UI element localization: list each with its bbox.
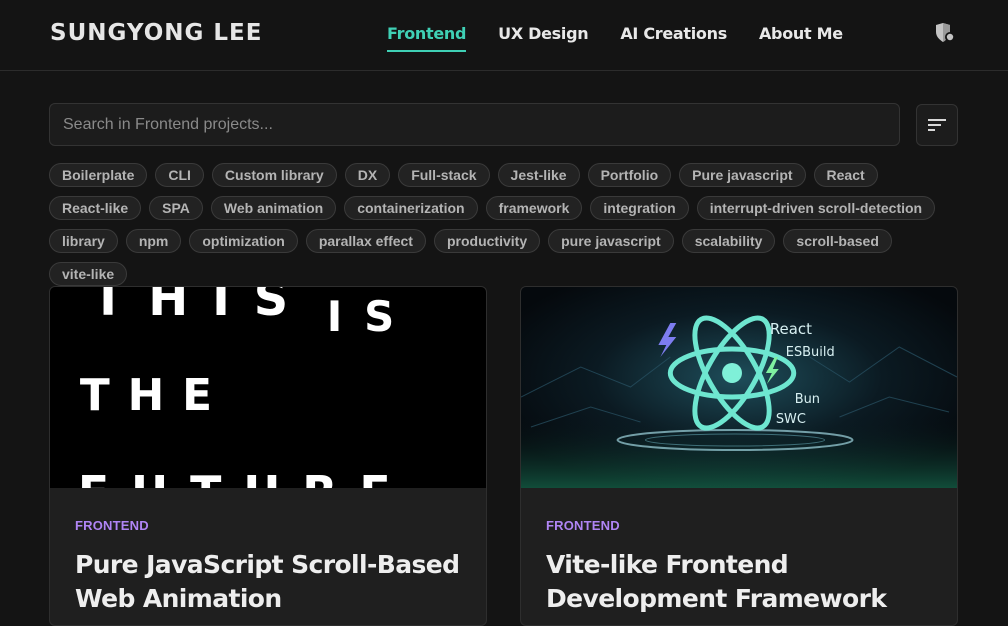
thumbnail-label-react: React [770,320,812,338]
tag-chip[interactable]: Portfolio [587,163,672,187]
theme-toggle-button[interactable] [934,22,956,44]
tag-chip[interactable]: containerization [344,196,478,220]
thumbnail-text-is: IS [327,292,416,341]
tag-chip[interactable]: vite-like [49,262,128,286]
tag-chip[interactable]: npm [125,229,182,253]
tag-chip[interactable]: React-like [49,196,142,220]
tag-chip[interactable]: Web animation [210,196,337,220]
card-title[interactable]: Vite-like Frontend Development Framework [546,548,946,616]
sort-filter-icon [928,119,946,131]
project-card[interactable]: React ESBuild Bun SWC FRONTEND Vite-like… [520,286,958,626]
tag-chip[interactable]: DX [344,163,391,187]
tag-chip[interactable]: scroll-based [783,229,892,253]
thumbnail-label-swc: SWC [776,412,806,427]
tag-chip[interactable]: interrupt-driven scroll-detection [696,196,936,220]
tag-chip[interactable]: library [49,229,118,253]
thumbnail-text-the: THE [80,370,230,421]
tag-chip[interactable]: integration [590,196,689,220]
tag-chip[interactable]: Custom library [211,163,337,187]
nav-frontend[interactable]: Frontend [387,24,466,52]
nav-about-me[interactable]: About Me [759,24,843,52]
card-category: FRONTEND [75,518,149,533]
tag-chip[interactable]: parallax effect [305,229,426,253]
card-category: FRONTEND [546,518,620,533]
tag-chip[interactable]: CLI [155,163,204,187]
project-card[interactable]: THIS IS THE FUTURE FRONTEND Pure JavaScr… [49,286,487,626]
tag-chip[interactable]: React [813,163,878,187]
thumbnail-text-this: THIS [92,287,312,327]
card-thumbnail-framework: React ESBuild Bun SWC [521,287,957,488]
thumbnail-label-bun: Bun [795,392,820,407]
tag-chip[interactable]: scalability [681,229,776,253]
tag-chip[interactable]: framework [485,196,583,220]
card-thumbnail-scroll-animation: THIS IS THE FUTURE [50,287,486,488]
main-nav: Frontend UX Design AI Creations About Me [387,24,843,52]
theme-toggle-icon [936,23,955,42]
tag-chip[interactable]: optimization [189,229,298,253]
nav-ux-design[interactable]: UX Design [498,24,588,52]
sort-filter-button[interactable] [916,104,958,146]
brand-logo[interactable]: SUNGYONG LEE [50,20,262,46]
tag-filter-list: Boilerplate CLI Custom library DX Full-s… [49,163,959,286]
tag-chip[interactable]: productivity [433,229,541,253]
tag-chip[interactable]: Full-stack [398,163,490,187]
tag-chip[interactable]: pure javascript [548,229,674,253]
nav-ai-creations[interactable]: AI Creations [620,24,727,52]
tag-chip[interactable]: Jest-like [497,163,580,187]
thumbnail-label-esbuild: ESBuild [786,345,835,360]
tag-chip[interactable]: Boilerplate [49,163,148,187]
search-input[interactable] [49,103,900,146]
thumbnail-text-future: FUTURE [78,466,413,488]
site-header: SUNGYONG LEE Frontend UX Design AI Creat… [0,0,1008,71]
card-title[interactable]: Pure JavaScript Scroll-Based Web Animati… [75,548,475,616]
tag-chip[interactable]: Pure javascript [679,163,806,187]
tag-chip[interactable]: SPA [149,196,203,220]
